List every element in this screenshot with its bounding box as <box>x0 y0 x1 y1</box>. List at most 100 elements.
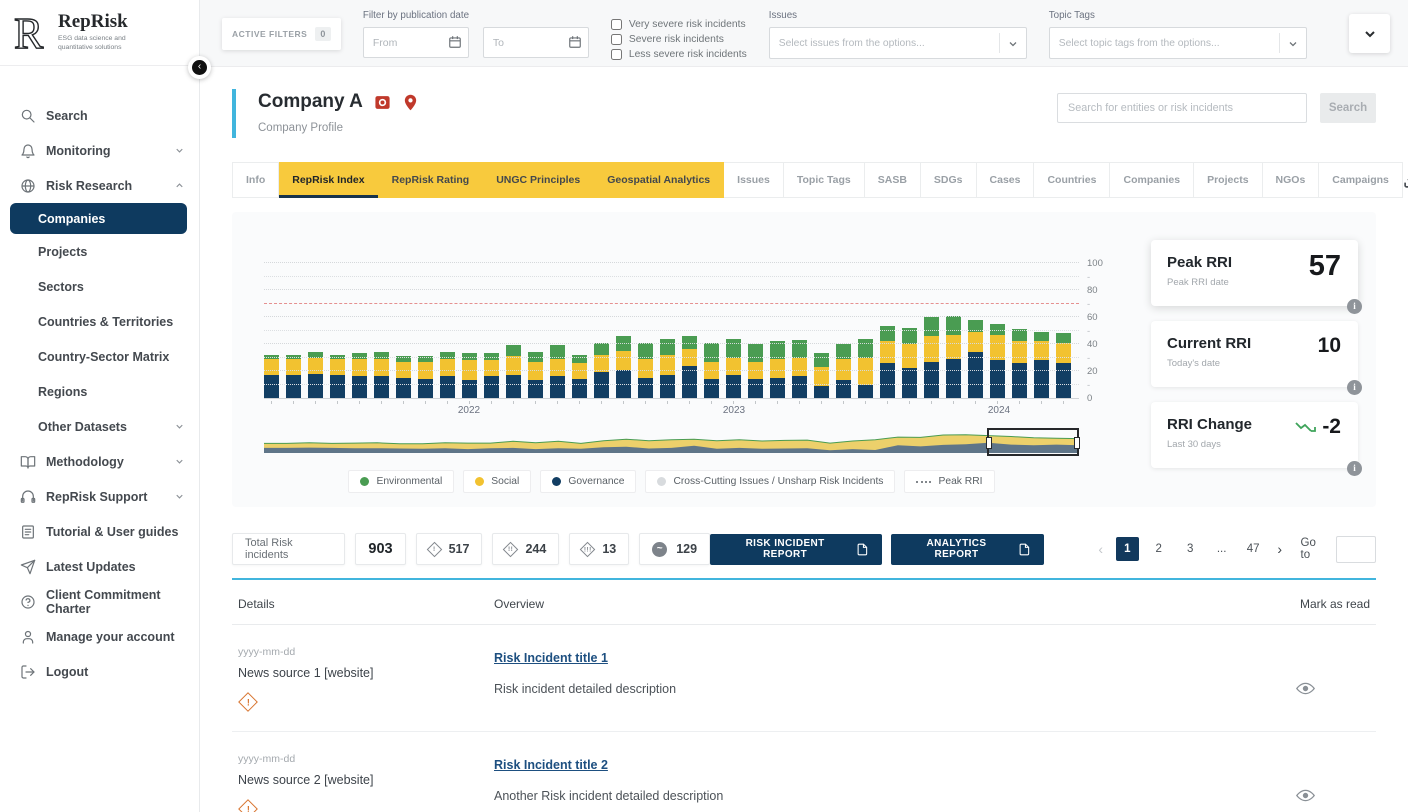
info-icon[interactable]: i <box>1347 380 1362 395</box>
analytics-report-button[interactable]: ANALYTICS REPORT <box>891 534 1044 565</box>
severity-1-diamond-icon: ! <box>238 799 258 812</box>
x-year-label: 2024 <box>988 405 1010 416</box>
sidebar-item-reprisk-support[interactable]: RepRisk Support <box>0 479 199 514</box>
tab-countries[interactable]: Countries <box>1034 162 1110 198</box>
tab-reprisk-index[interactable]: RepRisk Index <box>279 162 378 198</box>
sidebar-item-other-datasets[interactable]: Other Datasets <box>0 409 199 444</box>
sidebar-item-monitoring[interactable]: Monitoring <box>0 133 199 168</box>
page-2[interactable]: 2 <box>1147 537 1170 561</box>
sidebar-item-methodology[interactable]: Methodology <box>0 444 199 479</box>
rri-bar <box>990 324 1005 398</box>
issues-select[interactable]: Select issues from the options... <box>769 27 1027 59</box>
tab-issues[interactable]: Issues <box>724 162 784 198</box>
sidebar-item-client-commitment-charter[interactable]: Client Commitment Charter <box>0 584 199 619</box>
bar-segment-social <box>264 359 279 375</box>
bar-segment-governance <box>858 385 873 399</box>
info-icon[interactable]: i <box>1347 461 1362 476</box>
legend-social[interactable]: Social <box>463 470 531 493</box>
bar-segment-social <box>330 359 345 375</box>
page-subtitle: Company Profile <box>258 122 419 134</box>
pagination: ‹123...47›Go to <box>1094 536 1376 563</box>
chevron-down-icon <box>1007 38 1019 50</box>
sidebar-item-country-sector-matrix[interactable]: Country-Sector Matrix <box>0 339 199 374</box>
company-badge-icon[interactable] <box>374 94 391 111</box>
tab-companies[interactable]: Companies <box>1110 162 1194 198</box>
location-pin-icon[interactable] <box>402 94 419 111</box>
page-3[interactable]: 3 <box>1178 537 1201 561</box>
tab-sdgs[interactable]: SDGs <box>921 162 977 198</box>
bar-segment-governance <box>330 375 345 398</box>
navigator-area-chart <box>264 431 1079 453</box>
legend-environmental[interactable]: Environmental <box>348 470 454 493</box>
active-filters-count-badge: 0 <box>315 27 331 41</box>
checkbox-less-severe-risk-incidents[interactable]: Less severe risk incidents <box>611 49 747 60</box>
next-page-icon[interactable]: › <box>1273 541 1287 557</box>
sidebar-item-manage-your-account[interactable]: Manage your account <box>0 619 199 654</box>
search-button[interactable]: Search <box>1320 93 1376 123</box>
tab-reprisk-rating[interactable]: RepRisk Rating <box>379 162 484 198</box>
legend-dot-icon <box>360 477 369 486</box>
legend-cross-cutting-issues-unsharp-risk-incidents[interactable]: Cross-Cutting Issues / Unsharp Risk Inci… <box>645 470 895 493</box>
rri-bar-chart <box>264 264 1079 399</box>
page-47[interactable]: 47 <box>1241 537 1264 561</box>
book-icon <box>20 454 36 470</box>
sidebar-item-sectors[interactable]: Sectors <box>0 269 199 304</box>
download-icon[interactable] <box>1403 172 1408 189</box>
navigator-brush[interactable] <box>987 428 1079 456</box>
checkbox-severe-risk-incidents[interactable]: Severe risk incidents <box>611 34 747 45</box>
help-icon <box>20 594 36 610</box>
chart-legend: Environmental Social Governance Cross-Cutti… <box>264 470 1079 493</box>
checkbox-input[interactable] <box>611 49 622 60</box>
tab-geospatial-analytics[interactable]: Geospatial Analytics <box>594 162 724 198</box>
previous-page-icon[interactable]: ‹ <box>1094 541 1108 557</box>
risk-incident-report-button[interactable]: RISK INCIDENT REPORT <box>710 534 882 565</box>
info-icon[interactable]: i <box>1347 299 1362 314</box>
user-icon <box>20 629 36 645</box>
tab-cases[interactable]: Cases <box>977 162 1035 198</box>
checkbox-very-severe-risk-incidents[interactable]: Very severe risk incidents <box>611 19 747 30</box>
sidebar-item-projects[interactable]: Projects <box>0 234 199 269</box>
sidebar-item-tutorial-user-guides[interactable]: Tutorial & User guides <box>0 514 199 549</box>
rri-bar <box>902 328 917 398</box>
tab-campaigns[interactable]: Campaigns <box>1319 162 1403 198</box>
sidebar-item-countries-territories[interactable]: Countries & Territories <box>0 304 199 339</box>
page-ellipsis: ... <box>1210 537 1233 561</box>
incident-title-link[interactable]: Risk Incident title 2 <box>494 753 608 772</box>
sidebar-collapse-button[interactable]: ‹ <box>188 56 211 79</box>
rri-bar <box>814 353 829 398</box>
incident-title-link[interactable]: Risk Incident title 1 <box>494 646 608 665</box>
tab-sasb[interactable]: SASB <box>865 162 921 198</box>
checkbox-input[interactable] <box>611 19 622 30</box>
entity-search-input[interactable] <box>1057 93 1307 123</box>
tab-projects[interactable]: Projects <box>1194 162 1262 198</box>
tab-info[interactable]: Info <box>232 162 279 198</box>
topic-tags-select[interactable]: Select topic tags from the options... <box>1049 27 1307 59</box>
y-tick-minor: - <box>1087 353 1090 364</box>
legend-governance[interactable]: Governance <box>540 470 636 493</box>
bar-segment-governance <box>1056 363 1071 398</box>
active-filters-button[interactable]: ACTIVE FILTERS 0 <box>222 18 341 50</box>
sidebar-item-regions[interactable]: Regions <box>0 374 199 409</box>
sidebar-item-risk-research[interactable]: Risk Research <box>0 168 199 203</box>
bar-segment-social <box>924 336 939 362</box>
sidebar-item-latest-updates[interactable]: Latest Updates <box>0 549 199 584</box>
page-1[interactable]: 1 <box>1116 537 1139 561</box>
sidebar-item-companies[interactable]: Companies <box>10 203 187 234</box>
tab-ungc-principles[interactable]: UNGC Principles <box>483 162 594 198</box>
collapse-filters-button[interactable] <box>1349 14 1390 53</box>
bar-segment-social <box>484 360 499 376</box>
sidebar-item-search[interactable]: Search <box>0 98 199 133</box>
goto-page-input[interactable] <box>1336 536 1376 563</box>
checkbox-input[interactable] <box>611 34 622 45</box>
legend-peak-rri[interactable]: Peak RRI <box>904 470 994 493</box>
stat-card-subtitle: Today's date <box>1167 358 1342 369</box>
y-tick-label: 40 <box>1087 339 1098 350</box>
tab-topic-tags[interactable]: Topic Tags <box>784 162 865 198</box>
sidebar-item-logout[interactable]: Logout <box>0 654 199 689</box>
eye-icon[interactable] <box>1296 789 1315 802</box>
eye-icon[interactable] <box>1296 682 1315 695</box>
bar-segment-environmental <box>858 339 873 358</box>
bar-segment-social <box>660 355 675 375</box>
tab-ngos[interactable]: NGOs <box>1263 162 1320 198</box>
legend-dot-icon <box>657 477 666 486</box>
